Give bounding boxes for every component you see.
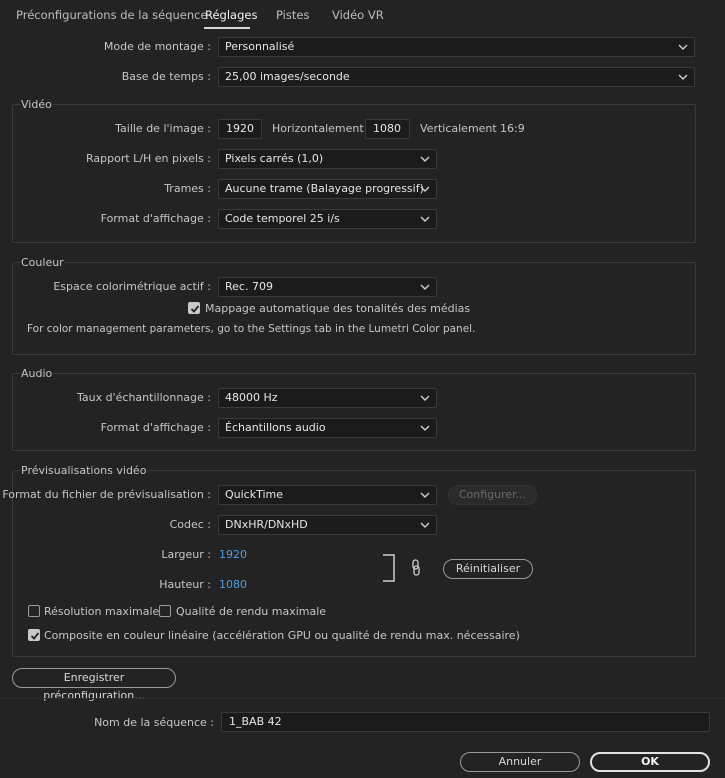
editing-mode-label: Mode de montage : bbox=[103, 40, 211, 53]
max-quality-label: Qualité de rendu maximale bbox=[176, 605, 327, 618]
chevron-down-icon bbox=[420, 522, 430, 528]
preview-width-value[interactable]: 1920 bbox=[219, 548, 247, 561]
editing-mode-select[interactable]: Personnalisé bbox=[218, 37, 695, 57]
fields-label: Trames : bbox=[164, 182, 211, 195]
chevron-down-icon bbox=[678, 74, 688, 80]
colorspace-select[interactable]: Rec. 709 bbox=[218, 277, 437, 297]
chevron-down-icon bbox=[420, 186, 430, 192]
audio-display-format-value: Échantillons audio bbox=[225, 421, 326, 434]
reset-button[interactable]: Réinitialiser bbox=[443, 559, 533, 579]
tab-vr-video[interactable]: Vidéo VR bbox=[332, 8, 384, 22]
footer-divider bbox=[0, 698, 725, 699]
video-group-title: Vidéo bbox=[20, 98, 53, 111]
pixel-aspect-label: Rapport L/H en pixels : bbox=[86, 152, 211, 165]
colorspace-value: Rec. 709 bbox=[225, 280, 273, 293]
max-quality-checkbox[interactable] bbox=[159, 605, 171, 617]
audio-display-format-label: Format d'affichage : bbox=[100, 421, 211, 434]
tab-bar: Préconfigurations de la séquence Réglage… bbox=[0, 0, 725, 30]
sequence-name-label: Nom de la séquence : bbox=[94, 716, 214, 729]
codec-label: Codec : bbox=[169, 518, 211, 531]
tone-mapping-label: Mappage automatique des tonalités des mé… bbox=[205, 302, 471, 315]
chevron-down-icon bbox=[420, 425, 430, 431]
timebase-select[interactable]: 25,00 images/seconde bbox=[218, 67, 695, 87]
preview-group-title: Prévisualisations vidéo bbox=[20, 464, 148, 477]
tone-mapping-checkbox[interactable] bbox=[188, 302, 200, 314]
frame-width-input[interactable]: 1920 bbox=[218, 119, 262, 139]
codec-value: DNxHR/DNxHD bbox=[225, 518, 308, 531]
audio-group bbox=[12, 373, 696, 451]
aspect-ratio-value: 16:9 bbox=[500, 122, 525, 135]
max-resolution-checkbox[interactable] bbox=[28, 605, 40, 617]
pixel-aspect-select[interactable]: Pixels carrés (1,0) bbox=[218, 149, 437, 169]
linear-composite-checkbox[interactable] bbox=[28, 629, 40, 641]
cancel-button[interactable]: Annuler bbox=[460, 752, 580, 772]
video-display-format-select[interactable]: Code temporel 25 i/s bbox=[218, 209, 437, 229]
chevron-down-icon bbox=[420, 156, 430, 162]
video-display-format-label: Format d'affichage : bbox=[100, 212, 211, 225]
editing-mode-value: Personnalisé bbox=[225, 40, 295, 53]
sequence-name-input[interactable]: 1_BAB 42 bbox=[221, 712, 710, 732]
chevron-down-icon bbox=[420, 395, 430, 401]
tab-settings[interactable]: Réglages bbox=[205, 8, 257, 22]
vertical-label: Verticalement bbox=[420, 122, 497, 135]
checkmark-icon bbox=[190, 305, 200, 313]
sample-rate-value: 48000 Hz bbox=[225, 391, 278, 404]
chevron-down-icon bbox=[678, 44, 688, 50]
sample-rate-label: Taux d'échantillonnage : bbox=[77, 391, 211, 404]
chevron-down-icon bbox=[420, 216, 430, 222]
chevron-down-icon bbox=[420, 492, 430, 498]
tab-tracks[interactable]: Pistes bbox=[276, 8, 309, 22]
preview-file-format-select[interactable]: QuickTime bbox=[218, 485, 437, 505]
timebase-label: Base de temps : bbox=[121, 70, 211, 83]
active-tab-indicator bbox=[204, 27, 250, 29]
timebase-value: 25,00 images/seconde bbox=[225, 70, 350, 83]
pixel-aspect-value: Pixels carrés (1,0) bbox=[225, 152, 324, 165]
audio-display-format-select[interactable]: Échantillons audio bbox=[218, 418, 437, 438]
preview-file-format-label: Format du fichier de prévisualisation : bbox=[2, 488, 211, 501]
color-management-note: For color management parameters, go to t… bbox=[27, 323, 476, 335]
video-display-format-value: Code temporel 25 i/s bbox=[225, 212, 340, 225]
audio-group-title: Audio bbox=[20, 367, 54, 380]
ok-button[interactable]: OK bbox=[590, 752, 710, 772]
horizontal-label: Horizontalement bbox=[272, 122, 364, 135]
linear-composite-label: Composite en couleur linéaire (accélérat… bbox=[44, 629, 520, 642]
link-icon[interactable] bbox=[411, 559, 421, 577]
configure-button[interactable]: Configurer... bbox=[448, 485, 537, 505]
fields-select[interactable]: Aucune trame (Balayage progressif) bbox=[218, 179, 437, 199]
colorspace-label: Espace colorimétrique actif : bbox=[53, 280, 211, 293]
frame-size-label: Taille de l'image : bbox=[115, 122, 211, 135]
preview-file-format-value: QuickTime bbox=[225, 488, 284, 501]
preview-height-label: Hauteur : bbox=[159, 578, 211, 591]
fields-value: Aucune trame (Balayage progressif) bbox=[225, 182, 424, 195]
color-group-title: Couleur bbox=[20, 256, 65, 269]
save-preset-button[interactable]: Enregistrer préconfiguration... bbox=[12, 668, 176, 702]
checkmark-icon bbox=[30, 632, 40, 640]
max-resolution-label: Résolution maximale bbox=[44, 605, 160, 618]
tab-sequence-presets[interactable]: Préconfigurations de la séquence bbox=[16, 8, 208, 22]
link-bracket bbox=[383, 554, 395, 582]
sample-rate-select[interactable]: 48000 Hz bbox=[218, 388, 437, 408]
preview-width-label: Largeur : bbox=[161, 548, 211, 561]
chevron-down-icon bbox=[420, 284, 430, 290]
preview-height-value[interactable]: 1080 bbox=[219, 578, 247, 591]
codec-select[interactable]: DNxHR/DNxHD bbox=[218, 515, 437, 535]
frame-height-input[interactable]: 1080 bbox=[365, 119, 410, 139]
